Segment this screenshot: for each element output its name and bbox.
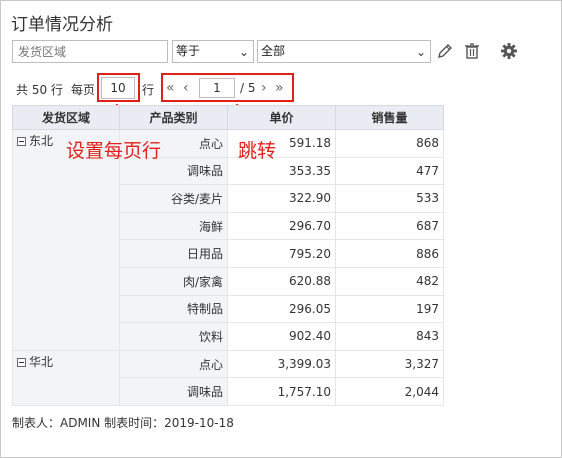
category-cell: 特制品 bbox=[119, 294, 228, 324]
qty-cell: 886 bbox=[335, 239, 444, 268]
category-cell: 饮料 bbox=[119, 322, 228, 351]
value-select[interactable]: 全部 ⌄ bbox=[257, 40, 431, 63]
pencil-icon[interactable] bbox=[436, 42, 454, 60]
price-cell: 322.90 bbox=[227, 184, 336, 213]
price-cell: 620.88 bbox=[227, 266, 336, 296]
table-header-row: 发货区域 产品类别 单价 销售量 bbox=[12, 105, 444, 130]
qty-cell: 868 bbox=[335, 129, 444, 158]
gear-icon[interactable] bbox=[500, 42, 518, 60]
total-rows-text: 共 50 行 bbox=[16, 83, 63, 97]
qty-cell: 3,327 bbox=[335, 349, 444, 379]
page-size-highlight bbox=[97, 73, 140, 102]
qty-cell: 197 bbox=[335, 294, 444, 324]
collapse-icon[interactable] bbox=[17, 137, 26, 146]
column-header: 销售量 bbox=[335, 105, 444, 130]
price-cell: 3,399.03 bbox=[227, 349, 336, 379]
column-header: 产品类别 bbox=[119, 105, 228, 130]
qty-cell: 2,044 bbox=[335, 377, 444, 406]
region-label: 华北 bbox=[29, 354, 54, 369]
qty-cell: 482 bbox=[335, 266, 444, 296]
pagination-highlight bbox=[161, 73, 294, 102]
table-row: 华北 点心 3,399.03 3,327 bbox=[12, 349, 444, 406]
chevron-down-icon: ⌄ bbox=[415, 45, 426, 59]
price-cell: 1,757.10 bbox=[227, 377, 336, 406]
category-cell: 调味品 bbox=[119, 377, 228, 406]
price-cell: 296.70 bbox=[227, 211, 336, 241]
qty-cell: 843 bbox=[335, 322, 444, 351]
category-cell: 谷类/麦片 bbox=[119, 184, 228, 213]
annotation-set-page-size: 设置每页行 bbox=[66, 140, 162, 162]
region-filter-input[interactable] bbox=[12, 40, 168, 63]
category-cell: 日用品 bbox=[119, 239, 228, 268]
value-select-value: 全部 bbox=[261, 44, 286, 58]
chevron-down-icon: ⌄ bbox=[238, 45, 249, 59]
qty-cell: 533 bbox=[335, 184, 444, 213]
trash-icon[interactable] bbox=[463, 42, 481, 60]
annotation-jump: 跳转 bbox=[238, 140, 277, 162]
category-cell: 海鲜 bbox=[119, 211, 228, 241]
region-cell: 华北 bbox=[12, 349, 120, 406]
collapse-icon[interactable] bbox=[17, 357, 26, 367]
rows-unit-label: 行 bbox=[142, 83, 155, 97]
operator-select[interactable]: 等于 ⌄ bbox=[172, 40, 254, 63]
price-cell: 795.20 bbox=[227, 239, 336, 268]
page-title: 订单情况分析 bbox=[11, 15, 113, 35]
category-cell: 肉/家禽 bbox=[119, 266, 228, 296]
column-header: 单价 bbox=[227, 105, 336, 130]
qty-cell: 687 bbox=[335, 211, 444, 241]
price-cell: 296.05 bbox=[227, 294, 336, 324]
operator-select-value: 等于 bbox=[176, 44, 201, 58]
category-cell: 点心 bbox=[119, 349, 228, 379]
column-header: 发货区域 bbox=[12, 105, 120, 130]
region-label: 东北 bbox=[29, 134, 54, 148]
per-page-label: 每页 bbox=[71, 83, 96, 97]
qty-cell: 477 bbox=[335, 156, 444, 186]
report-footer: 制表人：ADMIN 制表时间：2019-10-18 bbox=[12, 416, 234, 430]
price-cell: 902.40 bbox=[227, 322, 336, 351]
